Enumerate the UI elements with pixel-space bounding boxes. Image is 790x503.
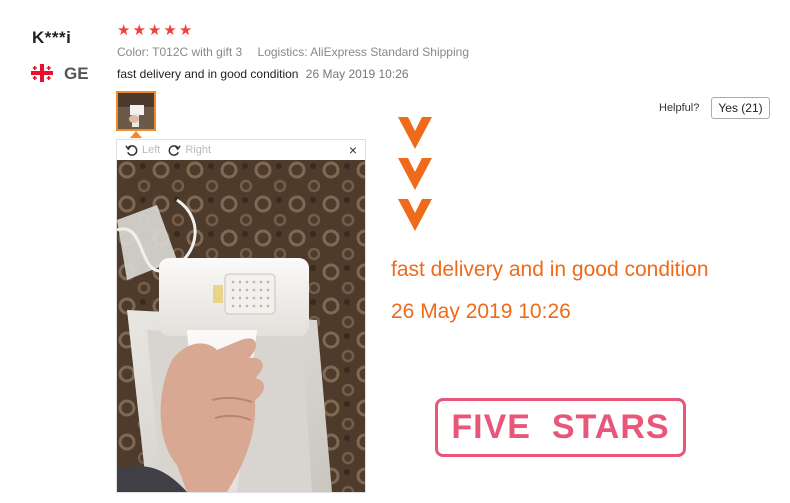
rotate-right-icon — [169, 144, 182, 156]
rotate-right-button[interactable]: Right — [168, 144, 211, 157]
chevron-down-icon — [398, 117, 432, 149]
star-icon: ★ — [178, 22, 193, 39]
star-icon: ★ — [117, 22, 131, 39]
star-icon: ★ — [163, 22, 177, 39]
thumbnail-image — [118, 93, 154, 129]
helpful-yes-button[interactable]: Yes (21) — [711, 97, 770, 119]
review-photo — [117, 160, 365, 492]
rotate-right-label: Right — [185, 144, 212, 156]
review-date: 26 May 2019 10:26 — [305, 67, 409, 81]
review-photo-thumbnail[interactable] — [116, 91, 156, 131]
close-icon[interactable]: × — [349, 142, 357, 158]
color-label: Color: — [117, 45, 150, 59]
logistics-label: Logistics: — [257, 45, 308, 59]
order-attributes: Color: T012C with gift 3 Logistics: AliE… — [117, 45, 469, 59]
thumbnail-pointer — [130, 131, 142, 138]
rotate-left-icon — [125, 144, 138, 156]
logistics-value: AliExpress Standard Shipping — [310, 45, 469, 59]
rotate-left-button[interactable]: Left — [125, 144, 160, 157]
reviewer-name: K***i — [32, 28, 72, 47]
star-icon: ★ — [132, 22, 146, 39]
overlay-date: 26 May 2019 10:26 — [391, 300, 571, 323]
review-content: fast delivery and in good condition 26 M… — [117, 67, 409, 81]
image-viewer: Left Right × — [116, 139, 366, 493]
overlay-headline: fast delivery and in good condition — [391, 258, 709, 281]
reviewer-country: GE — [64, 64, 89, 83]
chevron-down-icon — [398, 199, 432, 231]
rating-stars: ★ ★ ★ ★ ★ — [117, 23, 192, 38]
review-text: fast delivery and in good condition — [117, 67, 299, 81]
rotate-left-label: Left — [142, 144, 161, 156]
five-stars-badge: FIVE STARS — [435, 398, 686, 457]
chevron-down-icon — [398, 158, 432, 190]
helpful-label: Helpful? — [659, 102, 700, 114]
color-value: T012C with gift 3 — [152, 45, 243, 59]
star-icon: ★ — [147, 22, 162, 39]
georgia-flag-icon — [31, 64, 53, 82]
image-viewer-toolbar: Left Right × — [117, 140, 365, 160]
